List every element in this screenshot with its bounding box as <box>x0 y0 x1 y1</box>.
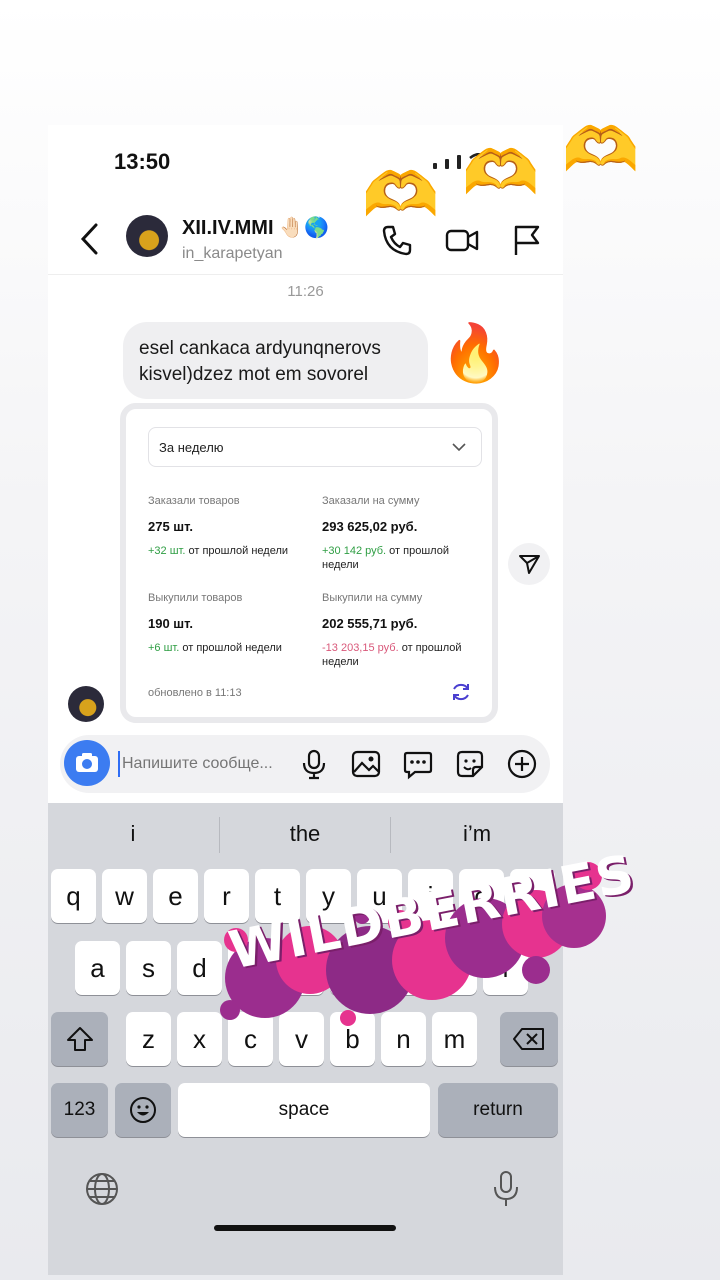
stat-ordered-qty: Заказали товаров 275 шт. +32 шт. от прош… <box>148 495 313 558</box>
stat-change: +32 шт. от прошлой недели <box>148 544 313 558</box>
shared-screenshot-card[interactable]: За неделю Заказали товаров 275 шт. +32 ш… <box>120 403 498 723</box>
contact-handle: in_karapetyan <box>182 245 283 262</box>
stat-value: 190 шт. <box>148 616 193 631</box>
stat-bought-sum: Выкупили на сумму 202 555,71 руб. -13 20… <box>322 592 487 669</box>
smiley-icon <box>130 1097 156 1123</box>
stat-delta: -13 203,15 руб. <box>322 642 399 654</box>
emoji-key[interactable] <box>115 1083 171 1137</box>
updated-timestamp: обновлено в 11:13 <box>148 687 242 699</box>
suggestion[interactable]: the <box>220 821 390 847</box>
key-a[interactable]: a <box>75 941 120 995</box>
key-z[interactable]: z <box>126 1012 171 1066</box>
refresh-icon[interactable] <box>450 681 472 703</box>
stat-label: Заказали на сумму <box>322 495 420 507</box>
flag-icon[interactable] <box>510 223 544 257</box>
phone-screen: 13:50 XII.IV.MMI 🤚🏻🌎 in_karapetyan 11:26… <box>48 125 563 1275</box>
share-button[interactable] <box>508 543 550 585</box>
period-select-value: За неделю <box>159 440 224 455</box>
shift-icon <box>66 1027 93 1051</box>
stat-change: -13 203,15 руб. от прошлой недели <box>322 641 487 669</box>
sender-avatar[interactable] <box>68 686 104 722</box>
gallery-icon[interactable] <box>350 748 382 780</box>
video-call-icon[interactable] <box>445 223 479 257</box>
back-icon[interactable] <box>78 221 102 257</box>
stat-value: 293 625,02 руб. <box>322 519 418 534</box>
message-input[interactable] <box>118 751 278 777</box>
stat-delta-suffix: от прошлой недели <box>188 545 289 557</box>
stat-change: +30 142 руб. от прошлой недели <box>322 544 487 572</box>
avatar[interactable] <box>126 215 168 257</box>
suggestion-divider <box>390 817 391 853</box>
stats-card: За неделю Заказали товаров 275 шт. +32 ш… <box>130 413 488 713</box>
status-time: 13:50 <box>114 149 171 174</box>
key-e[interactable]: e <box>153 869 198 923</box>
heart-hands-sticker: 🫶 <box>562 116 640 185</box>
chevron-down-icon <box>452 443 466 452</box>
paper-plane-icon <box>519 555 540 574</box>
key-w[interactable]: w <box>102 869 147 923</box>
chat-bubble-icon[interactable] <box>402 748 434 780</box>
camera-icon <box>76 753 98 772</box>
signal-bar <box>445 159 449 169</box>
suggestion[interactable]: i’m <box>392 821 562 847</box>
stat-bought-qty: Выкупили товаров 190 шт. +6 шт. от прошл… <box>148 592 313 655</box>
message-bubble[interactable]: esel cankaca ardyunqnerovs kisvel)dzez m… <box>123 322 428 399</box>
contact-name[interactable]: XII.IV.MMI 🤚🏻🌎 <box>182 215 329 240</box>
period-select[interactable]: За неделю <box>148 427 482 467</box>
stat-label: Заказали товаров <box>148 495 240 507</box>
add-icon[interactable] <box>506 748 538 780</box>
stat-label: Выкупили на сумму <box>322 592 423 604</box>
return-key[interactable]: return <box>438 1083 558 1137</box>
stat-ordered-sum: Заказали на сумму 293 625,02 руб. +30 14… <box>322 495 487 572</box>
home-indicator <box>214 1225 396 1231</box>
contact-name-text: XII.IV.MMI <box>182 217 274 239</box>
key-q[interactable]: q <box>51 869 96 923</box>
message-line: kisvel)dzez mot em sovorel <box>139 364 369 385</box>
stat-value: 275 шт. <box>148 519 193 534</box>
key-s[interactable]: s <box>126 941 171 995</box>
contact-name-emoji: 🤚🏻🌎 <box>279 217 329 239</box>
stat-delta: +30 142 руб. <box>322 545 387 557</box>
microphone-icon[interactable] <box>298 748 330 780</box>
signal-bar <box>457 155 461 169</box>
chat-header: XII.IV.MMI 🤚🏻🌎 in_karapetyan <box>48 205 563 275</box>
globe-icon[interactable] <box>84 1171 120 1207</box>
heart-hands-sticker: 🫶 <box>462 139 540 208</box>
message-composer <box>60 735 550 793</box>
message-line: esel cankaca ardyunqnerovs <box>139 338 381 359</box>
sticker-icon[interactable] <box>454 748 486 780</box>
stat-value: 202 555,71 руб. <box>322 616 418 631</box>
stat-delta: +32 шт. <box>148 545 186 557</box>
dictation-icon[interactable] <box>490 1169 522 1209</box>
stat-change: +6 шт. от прошлой недели <box>148 641 313 655</box>
stat-delta: +6 шт. <box>148 642 180 654</box>
time-separator: 11:26 <box>287 283 324 300</box>
wildberries-sticker: WILDBERRIES <box>200 844 640 1050</box>
shift-key[interactable] <box>51 1012 108 1066</box>
stat-delta-suffix: от прошлой недели <box>182 642 282 654</box>
camera-button[interactable] <box>64 740 110 786</box>
stat-label: Выкупили товаров <box>148 592 243 604</box>
suggestion[interactable]: i <box>48 821 218 847</box>
space-key[interactable]: space <box>178 1083 430 1137</box>
fire-reaction-emoji: 🔥 <box>440 321 510 384</box>
heart-hands-sticker: 🫶 <box>362 161 440 230</box>
numbers-key[interactable]: 123 <box>51 1083 108 1137</box>
